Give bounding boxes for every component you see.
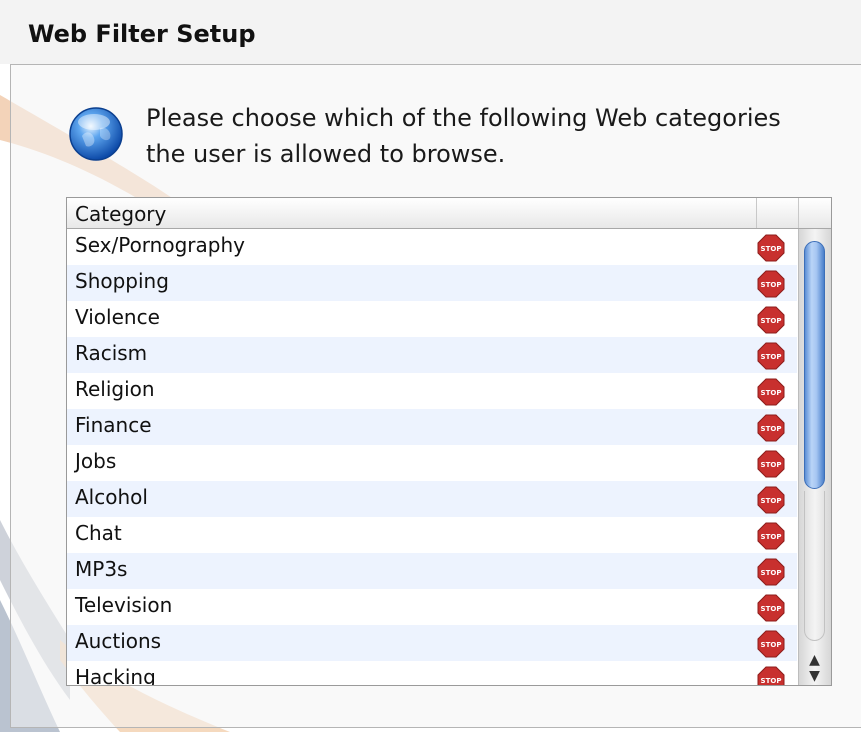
table-row[interactable]: Finance STOP bbox=[67, 409, 797, 445]
stop-icon[interactable]: STOP bbox=[757, 306, 785, 334]
table-rows: Sex/Pornography STOP Shopping STOP Violenc… bbox=[67, 229, 797, 686]
category-label: Hacking bbox=[75, 665, 156, 686]
svg-text:STOP: STOP bbox=[761, 353, 782, 361]
stop-icon[interactable]: STOP bbox=[757, 630, 785, 658]
stop-icon[interactable]: STOP bbox=[757, 234, 785, 262]
svg-text:STOP: STOP bbox=[761, 533, 782, 541]
stop-icon[interactable]: STOP bbox=[757, 558, 785, 586]
category-label: Sex/Pornography bbox=[75, 233, 245, 257]
stop-icon[interactable]: STOP bbox=[757, 342, 785, 370]
stop-icon[interactable]: STOP bbox=[757, 414, 785, 442]
stop-icon[interactable]: STOP bbox=[757, 270, 785, 298]
table-row[interactable]: Shopping STOP bbox=[67, 265, 797, 301]
stop-icon[interactable]: STOP bbox=[757, 450, 785, 478]
window-title: Web Filter Setup bbox=[28, 20, 256, 48]
stop-icon[interactable]: STOP bbox=[757, 594, 785, 622]
svg-text:STOP: STOP bbox=[761, 569, 782, 577]
svg-text:STOP: STOP bbox=[761, 281, 782, 289]
table-row[interactable]: Auctions STOP bbox=[67, 625, 797, 661]
stop-icon[interactable]: STOP bbox=[757, 378, 785, 406]
category-label: Television bbox=[75, 593, 173, 617]
category-label: Finance bbox=[75, 413, 152, 437]
globe-icon bbox=[69, 107, 123, 161]
svg-text:STOP: STOP bbox=[761, 461, 782, 469]
svg-text:STOP: STOP bbox=[761, 245, 782, 253]
instructions-line-1: Please choose which of the following Web… bbox=[146, 104, 781, 132]
column-header-category[interactable]: Category bbox=[75, 202, 166, 226]
table-row[interactable]: Hacking STOP bbox=[67, 661, 797, 686]
table-row[interactable]: Violence STOP bbox=[67, 301, 797, 337]
table-row[interactable]: MP3s STOP bbox=[67, 553, 797, 589]
stop-icon[interactable]: STOP bbox=[757, 666, 785, 686]
table-header: Category bbox=[67, 198, 831, 229]
category-label: Violence bbox=[75, 305, 160, 329]
table-row[interactable]: Racism STOP bbox=[67, 337, 797, 373]
table-row[interactable]: Chat STOP bbox=[67, 517, 797, 553]
category-label: Alcohol bbox=[75, 485, 148, 509]
category-label: Racism bbox=[75, 341, 148, 365]
stop-icon[interactable]: STOP bbox=[757, 486, 785, 514]
column-divider bbox=[798, 198, 799, 228]
svg-text:STOP: STOP bbox=[761, 605, 782, 613]
table-row[interactable]: Jobs STOP bbox=[67, 445, 797, 481]
category-label: Auctions bbox=[75, 629, 162, 653]
svg-text:STOP: STOP bbox=[761, 425, 782, 433]
column-divider bbox=[756, 198, 757, 228]
table-row[interactable]: Television STOP bbox=[67, 589, 797, 625]
category-label: Chat bbox=[75, 521, 122, 545]
category-label: Jobs bbox=[75, 449, 117, 473]
scroll-thumb[interactable] bbox=[804, 241, 825, 489]
category-label: MP3s bbox=[75, 557, 128, 581]
category-table: Category Sex/Pornography STOP Shopping STO… bbox=[66, 197, 832, 686]
svg-text:STOP: STOP bbox=[761, 389, 782, 397]
table-row[interactable]: Alcohol STOP bbox=[67, 481, 797, 517]
scroll-down-arrow-icon[interactable]: ▼ bbox=[799, 665, 830, 685]
category-label: Shopping bbox=[75, 269, 169, 293]
title-bar: Web Filter Setup bbox=[0, 0, 861, 64]
table-row[interactable]: Sex/Pornography STOP bbox=[67, 229, 797, 265]
svg-text:STOP: STOP bbox=[761, 317, 782, 325]
svg-text:STOP: STOP bbox=[761, 677, 782, 685]
stop-icon[interactable]: STOP bbox=[757, 522, 785, 550]
scroll-track[interactable] bbox=[804, 491, 825, 641]
category-label: Religion bbox=[75, 377, 155, 401]
instructions-line-2: the user is allowed to browse. bbox=[146, 140, 506, 168]
instructions-text: Please choose which of the following Web… bbox=[146, 100, 846, 172]
svg-text:STOP: STOP bbox=[761, 641, 782, 649]
svg-text:STOP: STOP bbox=[761, 497, 782, 505]
table-row[interactable]: Religion STOP bbox=[67, 373, 797, 409]
vertical-scrollbar[interactable]: ▲ ▼ bbox=[798, 229, 831, 685]
